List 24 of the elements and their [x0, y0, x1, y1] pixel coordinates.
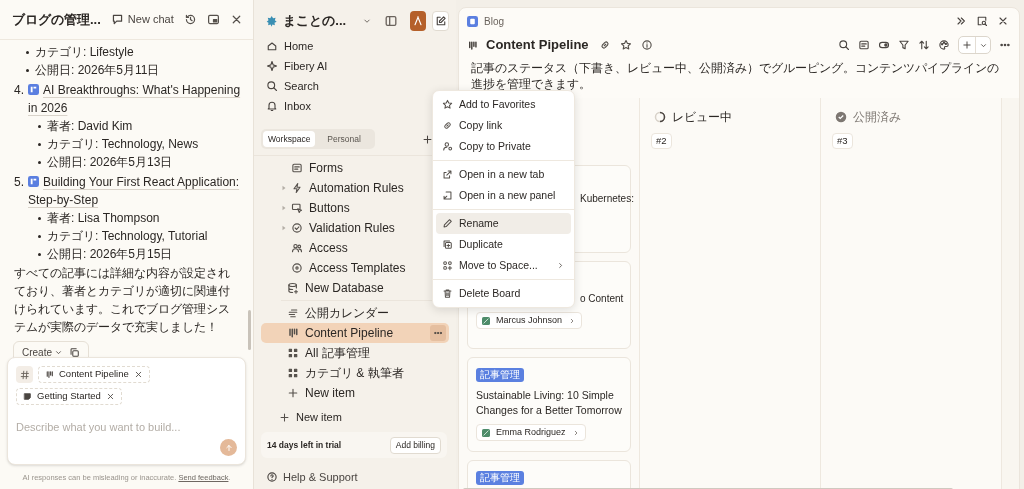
view-description: 記事のステータス（下書き、レビュー中、公開済み）でグルーピング。コンテンツパイプラインの進捗を管理できます。: [470, 60, 1000, 92]
column-title: 公開済み: [853, 109, 901, 126]
database-tag: 記事管理: [476, 471, 524, 485]
database-tag: 記事管理: [476, 368, 524, 382]
list-number: 5.: [14, 174, 24, 191]
list-number: 4.: [14, 82, 24, 99]
card-title: Sustainable Living: 10 Simple Changes for a Better Tomorrow: [476, 388, 622, 418]
message-text: 公開日: 2026年5月13日: [47, 154, 173, 171]
message-text: カテゴリ: Technology, Tutorial: [47, 228, 208, 245]
column-title: レビュー中: [672, 109, 732, 126]
count-badge: #3: [832, 133, 853, 149]
message-text: 著者: David Kim: [47, 118, 133, 135]
card-title: o Content: [580, 292, 624, 306]
message-text: 公開日: 2026年5月15日: [47, 246, 173, 263]
card-title: Kubernetes:: [580, 192, 634, 206]
chat-title: ブログの管理...: [12, 10, 101, 29]
count-badge: #2: [651, 133, 672, 149]
message-paragraph: すべての記事には詳細な内容が設定されており、著者とカテゴリが適切に関連付けられています。これでブログ管理システムが実際のデータで充実しました！: [14, 265, 231, 336]
message-text: カテゴリ: Technology, News: [47, 136, 199, 153]
message-text: カテゴリ: Lifestyle: [35, 44, 134, 61]
trial-text: 14 days left in trial: [267, 438, 343, 452]
message-text: 公開日: 2026年5月11日: [35, 62, 160, 79]
view-title: Content Pipeline: [486, 36, 589, 55]
message-text: 著者: Lisa Thompson: [47, 210, 160, 227]
